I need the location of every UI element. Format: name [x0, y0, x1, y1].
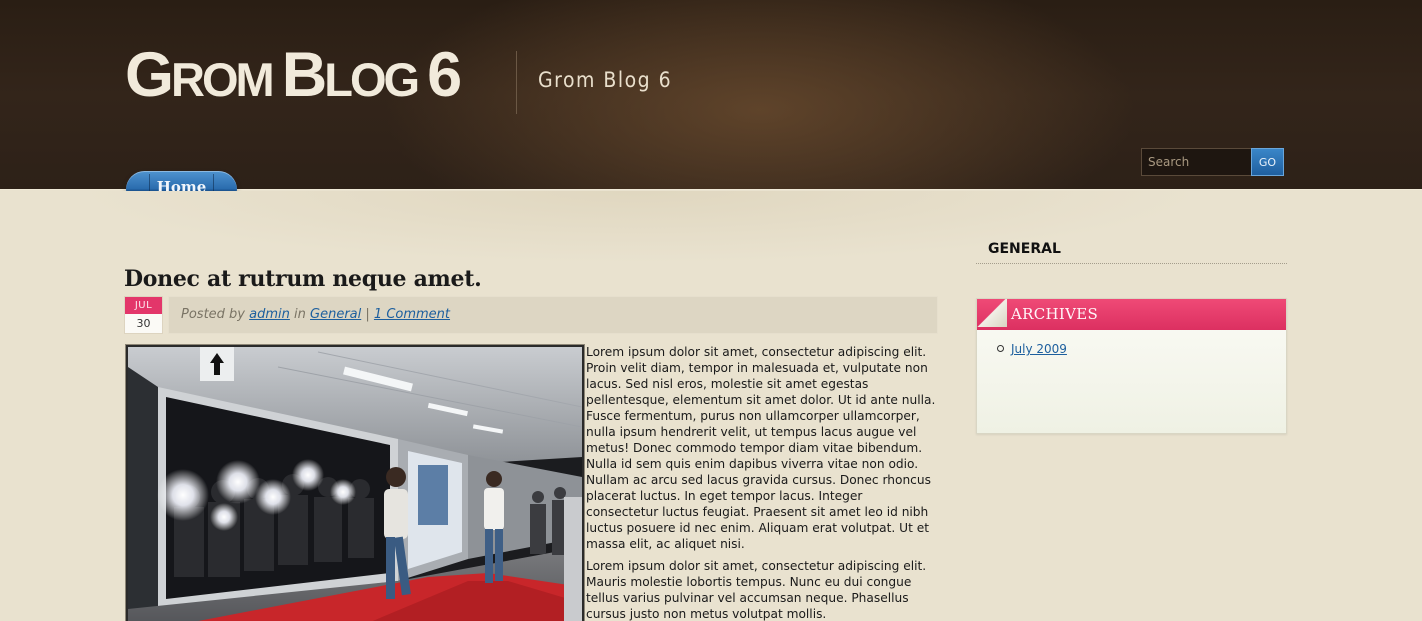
post-date-day: 30: [136, 317, 151, 330]
post-date-month: JUL: [125, 297, 162, 314]
post-comments-link[interactable]: 1 Comment: [374, 307, 450, 322]
post-title[interactable]: Donec at rutrum neque amet.: [124, 266, 482, 292]
site-logo[interactable]: GROM BLOG 6: [125, 44, 462, 107]
sidebar-general-heading: GENERAL: [976, 238, 1287, 264]
post-meta-bar: Posted by admin in General | 1 Comment: [168, 296, 938, 334]
post-paragraph: Lorem ipsum dolor sit amet, consectetur …: [586, 345, 936, 551]
meta-separator: |: [365, 307, 370, 322]
post-author-link[interactable]: admin: [249, 307, 290, 322]
logo-text-part: ROM: [171, 53, 275, 106]
logo-text-part: LOG: [324, 53, 420, 106]
site-header: GROM BLOG 6 Grom Blog 6 GO Home: [0, 0, 1422, 208]
post-date-badge: JUL 30: [124, 296, 163, 334]
archives-list: July 2009: [995, 341, 1067, 357]
page-fold-icon: [977, 299, 1007, 327]
post-paragraph: Lorem ipsum dolor sit amet, consectetur …: [586, 559, 927, 621]
search-go-button[interactable]: GO: [1251, 148, 1284, 176]
logo-divider: [516, 51, 517, 114]
search-input[interactable]: [1141, 148, 1252, 176]
post-category-link[interactable]: General: [310, 307, 361, 322]
sidebar-archives-widget: ARCHIVES July 2009: [976, 298, 1287, 434]
post-body: Lorem ipsum dolor sit amet, consectetur …: [586, 344, 938, 621]
archives-list-item: July 2009: [995, 341, 1067, 357]
site-tagline: Grom Blog 6: [538, 68, 673, 92]
post-image-illustration: [128, 347, 582, 621]
archives-title: ARCHIVES: [1011, 305, 1099, 323]
meta-posted-by-label: Posted by: [181, 307, 245, 322]
logo-text-part: 6: [427, 40, 462, 110]
meta-in-label: in: [294, 307, 306, 322]
logo-text-part: G: [125, 40, 174, 110]
logo-text-part: B: [281, 40, 327, 110]
archive-link-july-2009[interactable]: July 2009: [1011, 342, 1067, 356]
post-image[interactable]: [126, 345, 584, 621]
